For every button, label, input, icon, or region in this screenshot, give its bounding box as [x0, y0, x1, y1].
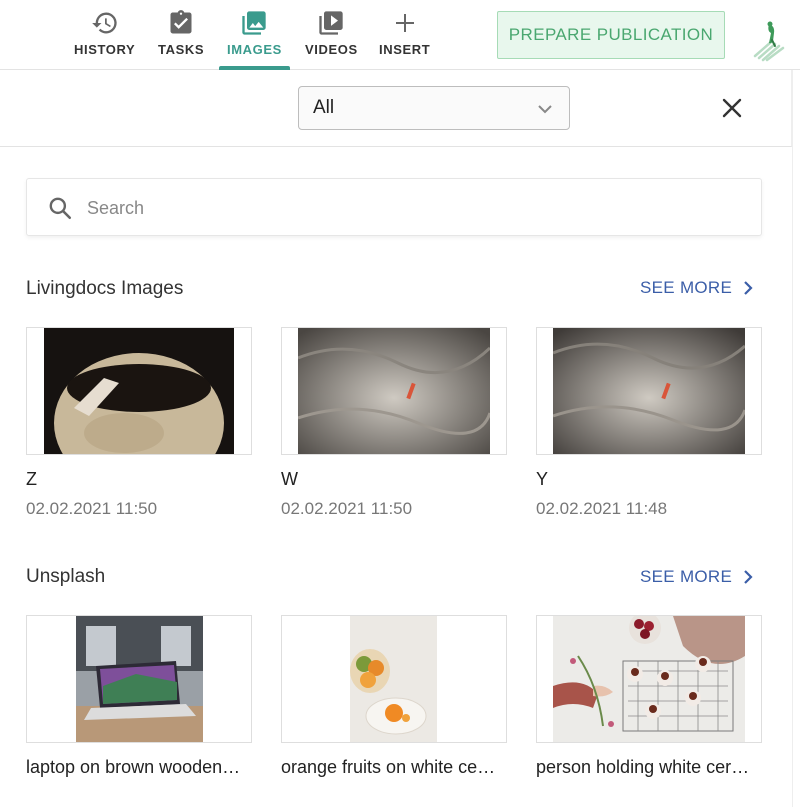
image-source-select[interactable]: All [298, 86, 570, 130]
tab-images[interactable]: IMAGES [219, 8, 290, 70]
top-nav-bar: HISTORY TASKS IMAGES VIDEOS INSERT PREPA… [0, 0, 800, 70]
filter-bar: All [0, 70, 792, 147]
image-thumbnail [298, 328, 490, 454]
search-input[interactable] [87, 189, 747, 227]
image-thumbnail [76, 616, 203, 742]
tab-insert-label: INSERT [379, 42, 431, 57]
image-card[interactable] [281, 327, 507, 455]
image-card[interactable] [536, 615, 762, 743]
image-thumbnail [553, 328, 745, 454]
tab-insert[interactable]: INSERT [379, 8, 430, 70]
image-card[interactable] [281, 615, 507, 743]
see-more-label: SEE MORE [640, 278, 733, 297]
history-icon [90, 8, 120, 38]
tab-images-label: IMAGES [227, 42, 282, 57]
image-card[interactable] [26, 615, 252, 743]
section-title-unsplash: Unsplash [26, 566, 106, 587]
image-card[interactable] [536, 327, 762, 455]
image-date: 02.02.2021 11:50 [281, 499, 413, 518]
chevron-right-icon [744, 281, 753, 295]
tab-history[interactable]: HISTORY [74, 8, 135, 70]
search-icon [47, 195, 73, 226]
image-date: 02.02.2021 11:50 [26, 499, 158, 518]
image-caption: person holding white cer… [536, 757, 750, 777]
app-logo-icon [749, 16, 795, 62]
image-thumbnail [350, 616, 437, 742]
video-library-icon [316, 8, 346, 38]
image-caption: Y [536, 469, 549, 489]
see-more-label: SEE MORE [640, 567, 733, 586]
chevron-right-icon [744, 570, 753, 584]
image-caption: laptop on brown wooden… [26, 757, 241, 777]
plus-icon [390, 8, 420, 38]
panel-divider [792, 70, 793, 807]
section-title-livingdocs: Livingdocs Images [26, 278, 184, 299]
image-thumbnail [44, 328, 234, 454]
search-box [26, 178, 762, 236]
tab-history-label: HISTORY [74, 42, 136, 57]
see-more-unsplash-button[interactable]: SEE MORE [640, 567, 754, 587]
image-source-select-value: All [313, 97, 335, 118]
tab-videos[interactable]: VIDEOS [305, 8, 358, 70]
image-icon [239, 8, 269, 38]
tab-videos-label: VIDEOS [305, 42, 358, 57]
image-card[interactable] [26, 327, 252, 455]
see-more-livingdocs-button[interactable]: SEE MORE [640, 278, 754, 298]
chevron-down-icon [537, 101, 553, 123]
clipboard-check-icon [166, 8, 196, 38]
tab-tasks[interactable]: TASKS [158, 8, 204, 70]
image-caption: orange fruits on white ce… [281, 757, 496, 777]
tab-tasks-label: TASKS [158, 42, 205, 57]
image-thumbnail [553, 616, 745, 742]
image-date: 02.02.2021 11:48 [536, 499, 668, 518]
close-icon[interactable] [720, 96, 744, 120]
prepare-publication-button[interactable]: PREPARE PUBLICATION [497, 11, 725, 59]
image-caption: Z [26, 469, 37, 489]
image-caption: W [281, 469, 298, 489]
